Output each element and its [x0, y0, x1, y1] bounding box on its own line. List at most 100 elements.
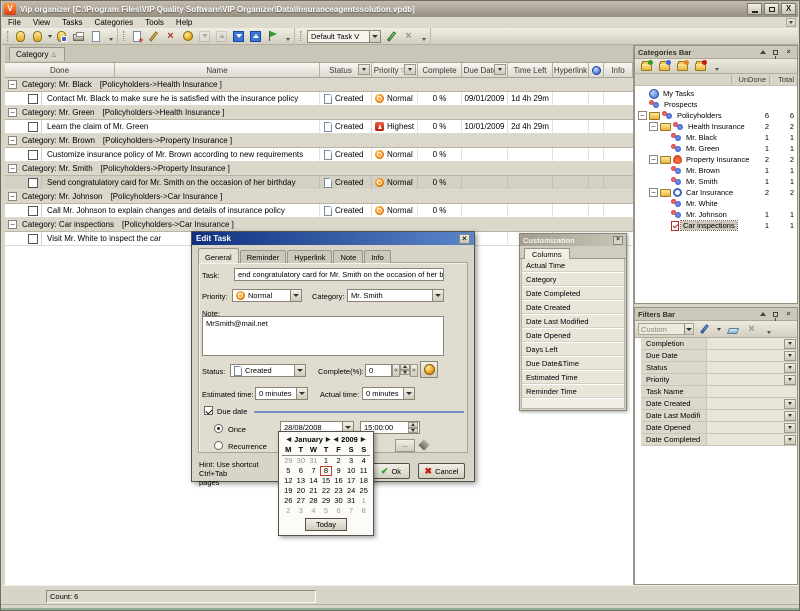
calendar-day[interactable]: 3 — [345, 456, 358, 466]
task-done-checkbox[interactable] — [28, 122, 38, 132]
close-panel-button[interactable]: × — [783, 47, 794, 57]
collapse-group-icon[interactable]: − — [8, 136, 17, 145]
collapse-group-icon[interactable]: − — [8, 80, 17, 89]
calendar-day[interactable]: 25 — [357, 486, 370, 496]
open-database-icon-dropdown[interactable] — [46, 30, 53, 42]
toolbar-overflow-icon[interactable] — [106, 30, 115, 43]
due-date-checkbox[interactable] — [204, 406, 213, 415]
delete-task-view-icon[interactable] — [401, 29, 416, 43]
calendar-day[interactable]: 31 — [307, 456, 320, 466]
maximum-button[interactable]: » — [410, 364, 418, 377]
close-panel-button[interactable]: × — [783, 309, 794, 319]
menu-tools[interactable]: Tools — [139, 17, 170, 28]
category-row[interactable]: −Category: Mr. Smith[Policyholders->Prop… — [5, 162, 633, 176]
recurrence-more-button[interactable]: ... — [395, 439, 415, 452]
add-subcategory-icon[interactable] — [657, 59, 672, 73]
close-icon[interactable]: × — [613, 236, 623, 245]
next-year-icon[interactable]: ▶ — [361, 436, 366, 443]
chevron-down-icon[interactable] — [684, 324, 693, 334]
recurrence-radio[interactable] — [214, 441, 223, 450]
edit-category-icon[interactable] — [675, 59, 690, 73]
filter-row[interactable]: Status — [641, 362, 797, 374]
calendar-day[interactable]: 8 — [320, 466, 333, 476]
calendar-day[interactable]: 26 — [282, 496, 295, 506]
task-done-checkbox[interactable] — [28, 178, 38, 188]
drag-handle[interactable] — [300, 31, 302, 41]
calendar-day[interactable]: 22 — [320, 486, 333, 496]
calendar-day[interactable]: 28 — [307, 496, 320, 506]
calendar-day[interactable]: 10 — [345, 466, 358, 476]
column-header-due-date[interactable]: Due Date — [462, 63, 508, 77]
customization-column-item[interactable]: Estimated Time — [522, 371, 624, 385]
chevron-down-icon[interactable] — [369, 31, 380, 42]
filter-dropdown-icon[interactable] — [784, 435, 796, 445]
new-database-icon[interactable] — [13, 29, 28, 43]
category-row[interactable]: −Category: Car inspections[Policyholders… — [5, 218, 633, 232]
calendar-day[interactable]: 8 — [357, 506, 370, 516]
calendar-day[interactable]: 1 — [320, 456, 333, 466]
calendar-day[interactable]: 24 — [345, 486, 358, 496]
calendar-day[interactable]: 3 — [295, 506, 308, 516]
restore-button[interactable] — [764, 3, 779, 15]
delete-task-icon[interactable] — [163, 29, 178, 43]
category-tree-item[interactable]: Mr. White — [635, 198, 797, 209]
task-row[interactable]: Learn the claim of Mr. GreenCreatedHighe… — [5, 120, 633, 134]
category-combo[interactable]: Mr. Smith — [347, 289, 444, 302]
task-row[interactable]: Send congratulatory card for Mr. Smith o… — [5, 176, 633, 190]
complete-task-icon[interactable] — [180, 29, 195, 43]
chevron-down-icon[interactable] — [296, 388, 307, 399]
filter-preset-combo[interactable]: Custom — [638, 323, 694, 335]
spin-buttons[interactable] — [400, 364, 410, 375]
note-textarea[interactable]: MrSmith@mail.net — [202, 316, 444, 356]
calendar-day[interactable]: 29 — [320, 496, 333, 506]
close-button[interactable]: X — [781, 3, 796, 15]
collapse-all-icon[interactable] — [248, 29, 263, 43]
chevron-down-icon[interactable] — [290, 290, 301, 301]
category-tree-item[interactable]: Car inspections11 — [635, 220, 797, 231]
menu-tasks[interactable]: Tasks — [56, 17, 88, 28]
filter-row[interactable]: Due Date — [641, 350, 797, 362]
status-combo[interactable]: Created — [230, 364, 306, 377]
filter-dropdown-icon[interactable] — [784, 411, 796, 421]
filter-dropdown-icon[interactable] — [784, 351, 796, 361]
filter-row[interactable]: Task Name — [641, 386, 797, 398]
spin-down-icon[interactable] — [400, 370, 410, 376]
calendar-day[interactable]: 31 — [345, 496, 358, 506]
once-radio[interactable] — [214, 424, 223, 433]
calendar-day[interactable]: 29 — [282, 456, 295, 466]
category-tree-item[interactable]: Mr. Brown11 — [635, 165, 797, 176]
spin-down-icon[interactable] — [408, 428, 418, 434]
customization-column-item[interactable]: Date Created — [522, 301, 624, 315]
column-header-status[interactable]: Status — [320, 63, 372, 77]
filter-dropdown-icon[interactable] — [784, 399, 796, 409]
delete-category-icon[interactable] — [693, 59, 708, 73]
menu-view[interactable]: View — [27, 17, 56, 28]
filter-dropdown-icon[interactable] — [784, 363, 796, 373]
task-input[interactable]: end congratulatory card for Mr. Smith on… — [234, 268, 444, 281]
tab-hyperlink[interactable]: Hyperlink — [287, 250, 332, 263]
menu-file[interactable]: File — [2, 17, 27, 28]
calendar-day[interactable]: 5 — [320, 506, 333, 516]
task-row[interactable]: Contact Mr. Black to make sure he is sat… — [5, 92, 633, 106]
calendar-day[interactable]: 11 — [357, 466, 370, 476]
ok-button[interactable]: ✔Ok — [372, 463, 410, 479]
customization-column-item[interactable]: Date Last Modified — [522, 315, 624, 329]
cancel-button[interactable]: ✖Cancel — [418, 463, 465, 479]
close-icon[interactable]: × — [459, 234, 470, 244]
filter-value[interactable] — [707, 350, 784, 361]
calendar-day[interactable]: 14 — [307, 476, 320, 486]
task-done-checkbox[interactable] — [28, 150, 38, 160]
chevron-down-icon[interactable] — [294, 365, 305, 376]
collapse-node-icon[interactable]: − — [638, 111, 647, 120]
tab-general[interactable]: General — [198, 248, 239, 263]
filter-row[interactable]: Date Completed — [641, 434, 797, 446]
calendar-day[interactable]: 17 — [345, 476, 358, 486]
category-row[interactable]: −Category: Mr. Green[Policyholders->Heal… — [5, 106, 633, 120]
filter-value[interactable] — [707, 410, 784, 421]
calendar-day[interactable]: 20 — [295, 486, 308, 496]
edit-task-view-icon[interactable] — [384, 29, 399, 43]
filter-dropdown-icon[interactable] — [784, 423, 796, 433]
time-spin-buttons[interactable] — [408, 422, 418, 433]
task-row[interactable]: Customize insurance policy of Mr. Brown … — [5, 148, 633, 162]
toolbar-overflow-icon[interactable] — [283, 30, 292, 43]
